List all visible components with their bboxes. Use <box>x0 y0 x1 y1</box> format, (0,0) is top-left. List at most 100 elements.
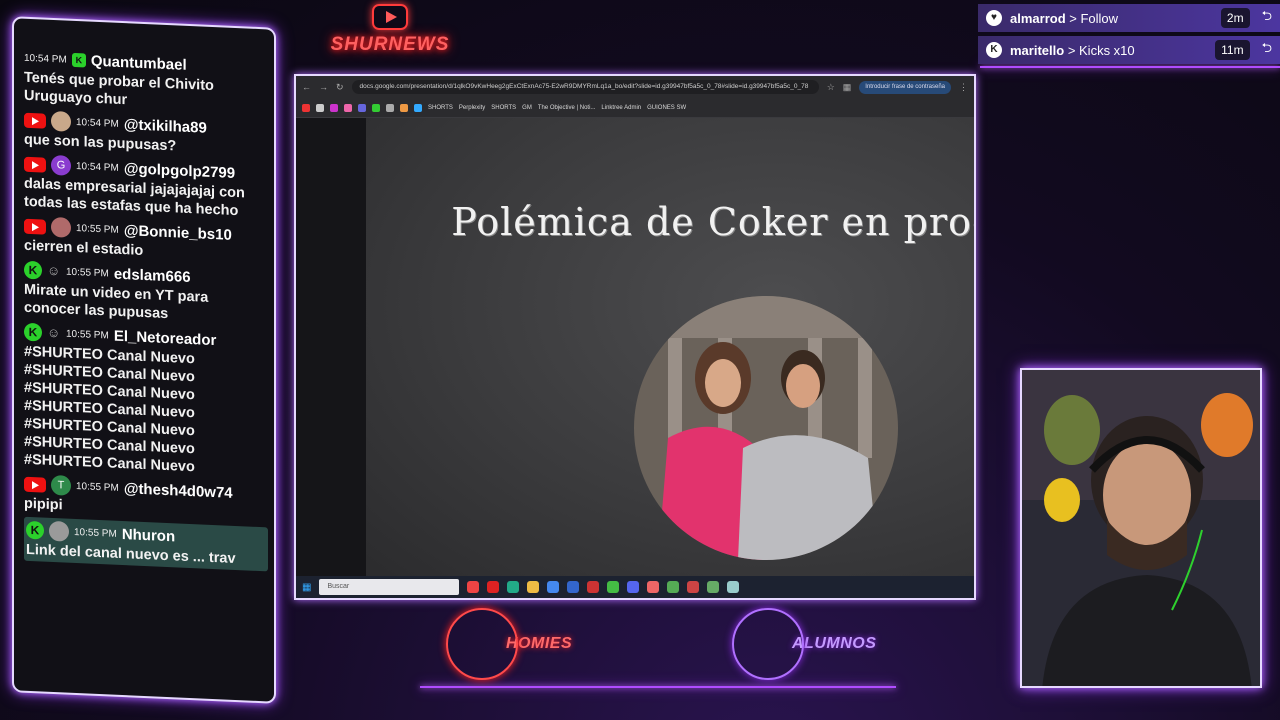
bookmark-item[interactable]: Perplexity <box>459 105 485 111</box>
message-user[interactable]: Nhuron <box>122 526 175 545</box>
channel-logo: SHURNEWS <box>320 4 460 56</box>
chat-message: 10:55 PM @Bonnie_bs10 cierren el estadio <box>24 215 268 266</box>
share-icon[interactable]: ⮌ <box>1262 39 1272 61</box>
message-user[interactable]: @golpgolp2799 <box>124 160 235 182</box>
bookmark-icon[interactable] <box>330 103 338 112</box>
star-icon[interactable]: ☆ <box>827 82 835 93</box>
homies-emblem-icon <box>446 608 518 680</box>
avatar <box>51 216 71 238</box>
taskbar-search[interactable]: Buscar <box>319 579 460 595</box>
chat-message: 10:54 PM K Quantumbael Tenés que probar … <box>24 47 268 116</box>
heart-icon: ♥ <box>986 10 1002 26</box>
app-icon[interactable] <box>707 581 720 593</box>
youtube-platform-icon <box>24 476 46 493</box>
stream-overlay: SHURNEWS ♥ almarrod > Follow 2m ⮌ K mari… <box>0 0 1280 720</box>
presentation-slide: Polémica de Coker en programa <box>366 118 974 580</box>
neon-line-alerts <box>980 66 1280 68</box>
brave-icon[interactable] <box>467 581 480 593</box>
message-user[interactable]: @Bonnie_bs10 <box>124 222 232 244</box>
bookmark-item[interactable]: GM <box>522 105 532 111</box>
channel-name: SHURNEWS <box>330 34 450 55</box>
slide-viewport: Polémica de Coker en programa <box>296 118 974 580</box>
alert-kicks: K maritello > Kicks x10 11m ⮌ <box>978 36 1280 64</box>
kick-icon: K <box>986 42 1002 58</box>
pokeball-icon[interactable] <box>687 581 700 593</box>
alert-user: almarrod <box>1010 10 1066 26</box>
slide-photo <box>634 296 898 560</box>
password-prompt[interactable]: Introducir frase de contraseña <box>859 80 951 94</box>
message-user[interactable]: El_Netoreador <box>114 327 217 348</box>
alert-time: 11m <box>1215 40 1250 60</box>
bookmark-icon[interactable] <box>414 103 422 112</box>
avatar <box>49 520 69 542</box>
bookmark-item[interactable]: SHORTS <box>428 105 453 111</box>
message-user[interactable]: edslam666 <box>114 265 191 285</box>
folder-icon[interactable] <box>527 581 540 593</box>
alert-follow: ♥ almarrod > Follow 2m ⮌ <box>978 4 1280 32</box>
bookmark-item[interactable]: GUIONES SW <box>647 105 686 111</box>
bookmark-item[interactable]: Linktree Admin <box>601 105 641 111</box>
store-icon[interactable] <box>547 581 560 593</box>
message-user[interactable]: @thesh4d0w74 <box>124 480 233 502</box>
message-user[interactable]: Quantumbael <box>91 52 187 73</box>
discord-icon[interactable] <box>627 581 640 593</box>
alert-user: maritello <box>1010 42 1065 58</box>
message-text: #SHURTEO Canal Nuevo #SHURTEO Canal Nuev… <box>24 343 195 476</box>
youtube-platform-icon <box>24 112 46 129</box>
homies-logo: HOMIES <box>446 606 572 682</box>
chat-message: G 10:54 PM @golpgolp2799 dalas empresari… <box>24 153 268 222</box>
bookmark-icon[interactable] <box>316 103 324 112</box>
alumnos-emblem-icon <box>732 608 804 680</box>
chat-message: K ☺ 10:55 PM edslam666 Mirate un video e… <box>24 259 268 328</box>
app-icon[interactable] <box>567 581 580 593</box>
chrome-icon[interactable] <box>607 581 620 593</box>
chat-message: T 10:55 PM @thesh4d0w74 pipipi <box>24 473 268 524</box>
message-user[interactable]: @txikilha89 <box>124 116 207 137</box>
message-time: 10:55 PM <box>66 328 109 341</box>
kick-platform-icon: K <box>24 322 42 342</box>
bookmark-icon[interactable] <box>358 103 366 112</box>
bookmark-item[interactable]: SHORTS <box>491 105 516 111</box>
youtube-platform-icon <box>24 156 46 173</box>
message-time: 10:55 PM <box>76 222 119 236</box>
bookmarks-bar: SHORTS Perplexity SHORTS GM The Objectiv… <box>296 98 974 118</box>
opera-icon[interactable] <box>487 581 500 593</box>
kick-platform-icon: K <box>26 520 44 540</box>
back-icon[interactable]: ← <box>302 82 311 92</box>
extensions-icon[interactable]: ▦ <box>843 82 852 93</box>
app-icon[interactable] <box>647 581 660 593</box>
chat-message-highlighted: K 10:55 PM Nhuron Link del canal nuevo e… <box>24 516 268 572</box>
avatar: T <box>51 474 71 496</box>
chat-message: 10:54 PM @txikilha89 que son las pupusas… <box>24 109 268 160</box>
app-icon[interactable] <box>727 581 740 593</box>
bookmark-icon[interactable] <box>372 103 380 112</box>
avatar <box>51 110 71 132</box>
menu-icon[interactable]: ⋮ <box>959 82 968 93</box>
windows-start-icon[interactable]: ▦ <box>302 582 311 593</box>
kick-platform-icon: K <box>24 260 42 280</box>
app-icon[interactable] <box>587 581 600 593</box>
alumnos-label: ALUMNOS <box>792 635 877 652</box>
bookmark-icon[interactable] <box>344 103 352 112</box>
app-icon[interactable] <box>667 581 680 593</box>
bookmark-icon[interactable] <box>302 103 310 112</box>
chat-list: 10:54 PM K Quantumbael Tenés que probar … <box>24 47 268 576</box>
avatar: G <box>51 154 71 176</box>
bookmark-icon[interactable] <box>400 103 408 112</box>
message-time: 10:55 PM <box>76 480 119 494</box>
message-time: 10:54 PM <box>76 116 119 130</box>
youtube-logo-icon <box>372 4 408 30</box>
user-icon: ☺ <box>47 262 61 279</box>
address-bar[interactable]: docs.google.com/presentation/d/1qlkO9vKw… <box>351 80 819 94</box>
share-icon[interactable]: ⮌ <box>1262 7 1272 29</box>
chat-message: K ☺ 10:55 PM El_Netoreador #SHURTEO Cana… <box>24 321 268 480</box>
browser-toolbar: ← → ↻ docs.google.com/presentation/d/1ql… <box>296 76 974 98</box>
message-time: 10:54 PM <box>24 52 67 66</box>
screen-capture: ← → ↻ docs.google.com/presentation/d/1ql… <box>294 74 976 600</box>
forward-icon[interactable]: → <box>319 82 328 92</box>
edge-icon[interactable] <box>507 581 520 593</box>
bookmark-item[interactable]: The Objective | Noti... <box>538 105 596 111</box>
webcam-feed <box>1020 368 1262 688</box>
bookmark-icon[interactable] <box>386 103 394 112</box>
reload-icon[interactable]: ↻ <box>336 82 344 93</box>
